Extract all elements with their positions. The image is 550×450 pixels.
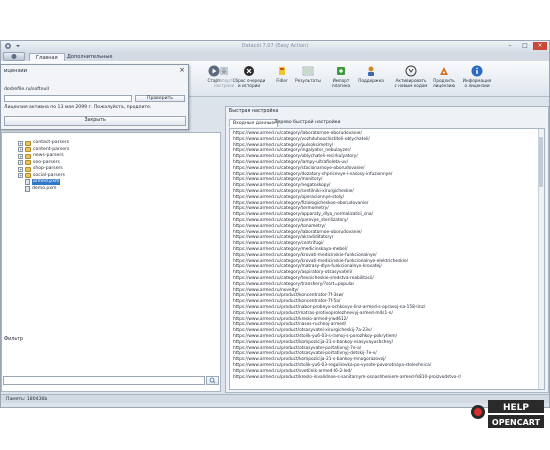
logo-line-1: HELP bbox=[503, 403, 529, 413]
tree-item[interactable]: armed.pxm bbox=[18, 179, 61, 185]
license-key-input[interactable] bbox=[4, 95, 132, 102]
check-button[interactable]: Проверить bbox=[135, 95, 185, 102]
folder-icon bbox=[25, 140, 31, 146]
tab-main[interactable]: Главная bbox=[29, 53, 65, 61]
expand-icon[interactable]: + bbox=[18, 166, 23, 172]
filter-label: Фильтр bbox=[4, 337, 23, 342]
dialog-close-icon[interactable]: × bbox=[179, 66, 185, 74]
license-message: Лицензия активна по 13 мая 2099 г. Пожал… bbox=[4, 105, 152, 110]
folder-icon bbox=[25, 166, 31, 172]
tree-item-label: content-parsers bbox=[33, 146, 70, 152]
support-label: Поддержка bbox=[358, 78, 384, 83]
ribbon-tabs: Главная Дополнительные bbox=[1, 52, 549, 61]
tree-item-label: contact-parsers bbox=[33, 140, 69, 145]
expand-icon[interactable]: + bbox=[18, 173, 23, 178]
activate-button[interactable]: Активировать с новым кодом bbox=[393, 65, 429, 95]
license-info-label: Информация о лицензии bbox=[462, 78, 492, 88]
tree-item-label: armed.pxm bbox=[32, 179, 61, 185]
tree-item[interactable]: + social-parsers bbox=[18, 173, 65, 179]
tree-item[interactable]: + news-parsers bbox=[18, 153, 64, 159]
expand-icon[interactable]: + bbox=[18, 147, 23, 152]
quick-setup-title: Быстрая настройка bbox=[229, 109, 279, 114]
tree-item-label: social-parsers bbox=[33, 172, 65, 178]
logo-line-2: OPENCART bbox=[492, 418, 541, 427]
reset-queue-button[interactable]: Сброс очереди и истории bbox=[231, 65, 267, 95]
license-info-icon bbox=[471, 65, 483, 77]
folder-icon bbox=[25, 147, 31, 152]
close-icon[interactable]: × bbox=[533, 42, 547, 50]
plugin-import-icon bbox=[337, 67, 345, 75]
fiddler-icon bbox=[279, 67, 285, 75]
help-opencart-logo: HELP OPENCART bbox=[471, 400, 544, 428]
support-icon bbox=[368, 66, 374, 76]
filter-input[interactable] bbox=[3, 376, 205, 385]
results-label: Результаты bbox=[295, 78, 321, 83]
project-file-icon bbox=[25, 179, 30, 185]
status-bar: Память: 180436b bbox=[1, 394, 549, 403]
window-controls: – □ × bbox=[503, 42, 547, 50]
reset-icon bbox=[244, 66, 254, 76]
license-info-button[interactable]: Информация о лицензии bbox=[459, 65, 495, 95]
tree-item[interactable]: + content-parsers bbox=[18, 147, 69, 153]
activate-icon bbox=[405, 65, 417, 77]
activate-label: Активировать с новым кодом bbox=[394, 78, 428, 88]
tree-item[interactable]: + seo-parsers bbox=[18, 160, 60, 166]
extend-license-label: Продлить лицензию bbox=[432, 78, 456, 88]
project-file-icon bbox=[25, 185, 30, 192]
dialog-close-button[interactable]: Закрыть bbox=[4, 116, 186, 126]
folder-icon bbox=[25, 160, 31, 165]
tab-setup-tree[interactable]: Дерево быстрой настройки bbox=[271, 119, 343, 126]
minimize-icon[interactable]: – bbox=[503, 42, 517, 50]
reset-queue-label: Сброс очереди и истории bbox=[232, 78, 266, 88]
tree-item-label: news-parsers bbox=[33, 153, 64, 158]
folder-icon bbox=[25, 153, 31, 159]
expand-icon[interactable]: + bbox=[18, 140, 23, 146]
quick-setup-panel: Быстрая настройка Входные данные Дерево … bbox=[225, 106, 549, 393]
license-dialog: ицензии × dodrefile.ru/softnull Проверит… bbox=[0, 64, 189, 130]
project-tree-panel: + contact-parsers + content-parsers + news-pa… bbox=[1, 132, 221, 392]
url-scrollbar[interactable] bbox=[538, 129, 544, 389]
app-menu-button[interactable] bbox=[3, 52, 25, 61]
tab-additional[interactable]: Дополнительные bbox=[61, 53, 118, 61]
input-data-textarea[interactable]: https://www.armed.ru/category/laboratorn… bbox=[229, 128, 545, 390]
title-bar: Datacol 7.07 (Easy Action) – □ × bbox=[1, 41, 549, 52]
results-button[interactable]: Результаты bbox=[290, 65, 326, 95]
extend-license-button[interactable]: Продлить лицензию bbox=[426, 65, 462, 95]
folder-icon bbox=[25, 173, 31, 178]
expand-icon[interactable]: + bbox=[18, 153, 23, 159]
url-line: https://www.armed.ru/product/kreslo-inva… bbox=[233, 374, 462, 380]
search-icon bbox=[209, 377, 216, 384]
tree-item[interactable]: + shop-parsers bbox=[18, 166, 63, 172]
results-icon bbox=[302, 66, 314, 76]
filter-search-button[interactable] bbox=[206, 376, 219, 385]
extend-license-icon bbox=[440, 67, 448, 75]
tree-item[interactable]: + contact-parsers bbox=[18, 140, 69, 146]
import-icon bbox=[220, 67, 228, 75]
dialog-title: ицензии bbox=[4, 68, 27, 74]
maximize-icon[interactable]: □ bbox=[518, 42, 532, 50]
expand-icon[interactable]: + bbox=[18, 160, 23, 165]
window-title: Datacol 7.07 (Easy Action) bbox=[241, 43, 309, 49]
tree-item-label: seo-parsers bbox=[33, 159, 60, 165]
scrollbar-thumb[interactable] bbox=[539, 137, 543, 187]
support-button[interactable]: Поддержка bbox=[353, 65, 389, 95]
status-memory: Память: 180436b bbox=[6, 397, 48, 402]
tree-item[interactable]: demo.pxm bbox=[18, 185, 57, 192]
dialog-url: dodrefile.ru/softnull bbox=[4, 87, 49, 92]
tree-item-label: shop-parsers bbox=[33, 166, 63, 171]
tree-item-label: demo.pxm bbox=[32, 185, 57, 191]
